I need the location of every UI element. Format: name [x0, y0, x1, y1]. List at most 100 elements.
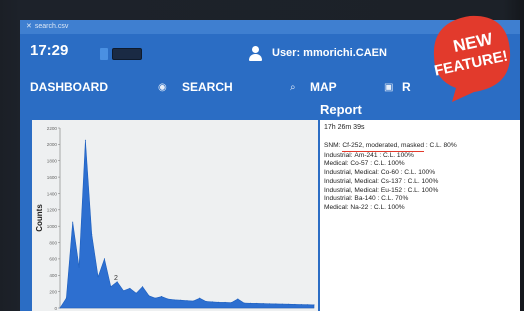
data-point	[288, 303, 290, 305]
spectrum-svg: 2200200018001600140012001000800600400200…	[35, 126, 315, 311]
data-point	[313, 304, 315, 306]
data-point	[256, 302, 258, 304]
report-panel: 17h 26m 39s SNM: Cf-252, moderated, mask…	[320, 120, 520, 311]
row-confidence: : C.L. 100%	[398, 169, 436, 177]
row-category: Industrial, Medical:	[324, 169, 381, 177]
report-row: Industrial, Medical: Cs-137 : C.L. 100%	[324, 178, 516, 187]
spectrum-area	[59, 140, 315, 309]
data-point	[205, 300, 207, 302]
y-tick-label: 1400	[47, 191, 58, 196]
data-point	[72, 221, 74, 223]
data-point	[199, 297, 201, 299]
row-source: Cf-252, moderated, masked	[342, 142, 425, 152]
data-point	[65, 297, 67, 299]
y-tick-label: 1800	[47, 159, 58, 164]
row-category: Industrial, Medical:	[324, 177, 381, 185]
data-point	[161, 296, 163, 298]
data-point	[103, 258, 105, 260]
data-point	[78, 266, 80, 268]
report-title: Report	[320, 102, 362, 117]
y-tick-label: 400	[49, 273, 57, 278]
data-point	[230, 302, 232, 304]
y-tick-label: 800	[49, 240, 57, 245]
row-category: Medical:	[324, 160, 351, 168]
data-point	[186, 300, 188, 302]
data-point	[307, 304, 309, 306]
window-title: search.csv	[34, 23, 69, 30]
nav-map[interactable]: MAP	[310, 80, 337, 94]
user-icon	[248, 46, 262, 62]
data-point	[262, 303, 264, 305]
map-icon: ▣	[384, 82, 394, 93]
y-tick-label: 1000	[47, 224, 58, 229]
data-point	[281, 303, 283, 305]
nav-report[interactable]: R	[402, 80, 411, 94]
data-point	[167, 298, 169, 300]
row-source: Ba-140	[354, 195, 376, 203]
peak-annotation: 2	[114, 275, 118, 282]
y-tick-label: 2000	[47, 142, 58, 147]
data-point	[129, 287, 131, 289]
row-confidence: : C.L. 100%	[368, 160, 405, 168]
data-point	[250, 302, 251, 304]
report-row: Medical: Na-22 : C.L. 100%	[324, 204, 516, 213]
y-axis-label: Counts	[35, 204, 44, 232]
report-row: Industrial, Medical: Eu-152 : C.L. 100%	[324, 187, 516, 196]
report-row: Industrial: Am-241 : C.L. 100%	[324, 152, 516, 161]
data-point	[211, 301, 213, 303]
data-point	[300, 304, 302, 306]
row-category: Industrial, Medical:	[324, 186, 381, 194]
row-category: SNM:	[324, 142, 343, 149]
data-point	[294, 303, 296, 305]
data-point	[84, 139, 86, 141]
new-feature-badge: NEW FEATURE!	[433, 15, 511, 102]
row-category: Industrial:	[324, 151, 355, 159]
row-confidence: : C.L. 80%	[424, 142, 457, 149]
row-source: Am-241	[354, 151, 378, 159]
spectrum-chart: 2200 2000 1800 1600 1400 1200 1000 800 600 400 200…	[32, 120, 318, 311]
user-label: User: mmorichi.CAEN	[272, 47, 387, 59]
data-point	[59, 307, 61, 309]
data-point	[154, 297, 156, 299]
data-point	[142, 286, 144, 288]
y-tick-label: 200	[49, 289, 57, 294]
report-row: SNM: Cf-252, moderated, masked : C.L. 80…	[324, 142, 516, 152]
row-category: Industrial:	[324, 195, 355, 203]
clock-time: 17:29	[30, 42, 69, 59]
row-source: Co-60	[380, 169, 399, 177]
report-duration: 17h 26m 39s	[324, 124, 365, 131]
data-point	[123, 290, 124, 292]
data-point	[91, 233, 93, 235]
close-icon[interactable]: ✕	[26, 20, 32, 34]
data-point	[173, 299, 175, 301]
row-source: Eu-152	[380, 186, 403, 194]
row-source: Cs-137	[380, 177, 403, 185]
main-content: 2200 2000 1800 1600 1400 1200 1000 800 600 400 200…	[20, 102, 520, 311]
nav-dashboard[interactable]: DASHBOARD	[30, 80, 108, 94]
connection-icon	[100, 48, 108, 60]
y-tick-label: 0	[54, 306, 57, 311]
data-point	[180, 299, 182, 301]
battery-icon	[112, 48, 142, 60]
data-point	[110, 286, 112, 288]
data-point	[269, 303, 271, 305]
data-point	[218, 301, 220, 303]
nav-search[interactable]: SEARCH	[182, 80, 233, 94]
data-point	[243, 302, 245, 304]
row-confidence: : C.L. 100%	[377, 151, 414, 159]
y-tick-label: 1200	[47, 208, 58, 213]
report-row: Medical: Co-57 : C.L. 100%	[324, 160, 516, 169]
report-row: Industrial, Medical: Co-60 : C.L. 100%	[324, 169, 516, 178]
data-point	[275, 303, 277, 305]
data-point	[224, 301, 226, 303]
data-point	[135, 292, 137, 294]
row-confidence: : C.L. 100%	[402, 186, 439, 194]
data-point	[237, 298, 239, 300]
row-source: Na-22	[350, 203, 369, 211]
data-point	[148, 295, 150, 297]
row-confidence: : C.L. 70%	[375, 195, 409, 203]
device-frame: ✕ search.csv 17:29 User: mmorichi.CAEN DA…	[0, 0, 524, 311]
magnifier-icon: ⌕	[290, 82, 296, 93]
y-tick-label: 2200	[47, 126, 58, 131]
row-category: Medical:	[324, 203, 351, 211]
